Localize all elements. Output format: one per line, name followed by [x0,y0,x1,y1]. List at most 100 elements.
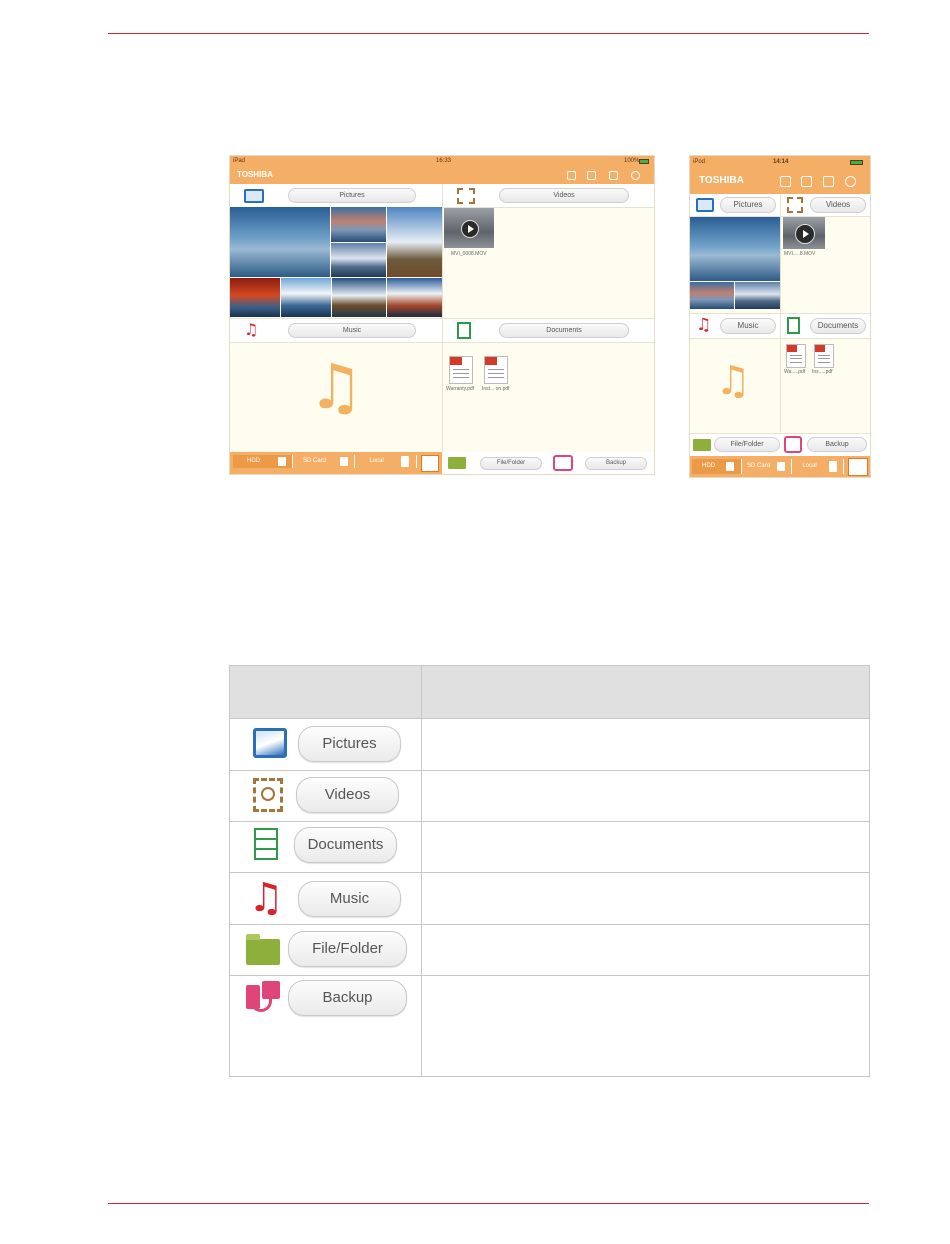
brand-title: TOSHIBA [699,175,744,186]
bottom-rule [108,1203,869,1204]
copy-icon[interactable] [609,171,618,180]
share-icon[interactable] [780,176,791,187]
pictures-grid [230,207,442,317]
table-row: Documents [229,821,870,873]
table-header-row [229,665,870,719]
list-icon[interactable] [801,176,812,187]
table-cell-description [421,770,870,822]
play-icon [461,220,479,238]
pictures-section-header: Pictures [690,194,780,217]
documents-button[interactable]: Documents [810,318,866,334]
music-button[interactable]: Music [288,323,416,338]
play-icon [795,224,815,244]
photo-thumb[interactable] [690,282,734,309]
videos-icon [457,188,475,204]
documents-button[interactable]: Documents [294,827,397,863]
backup-button[interactable]: Backup [585,457,647,470]
photo-thumb[interactable] [230,278,280,317]
pictures-button[interactable]: Pictures [720,197,776,213]
video-thumb[interactable] [444,208,494,248]
photo-thumb[interactable] [331,243,386,277]
account-icon[interactable] [421,455,439,472]
battery-icon [639,159,649,164]
folder-tab-icon [246,934,260,940]
backup-target-icon [262,981,280,999]
hdd-tab[interactable]: HDD [692,459,742,474]
documents-icon [457,322,471,339]
file-folder-button[interactable]: File/Folder [714,437,780,452]
share-icon[interactable] [567,171,576,180]
documents-button[interactable]: Documents [499,323,629,338]
music-icon: ♫ [696,315,712,335]
table-row: Pictures [229,718,870,771]
documents-section-header: Documents [781,313,870,339]
backup-button[interactable]: Backup [288,980,407,1016]
music-button[interactable]: Music [720,318,776,334]
battery-icon [850,160,863,165]
file-folder-button[interactable]: File/Folder [288,931,407,967]
pictures-button[interactable]: Pictures [288,188,416,203]
music-placeholder-icon: ♫ [308,350,364,423]
file-folder-button[interactable]: File/Folder [480,457,542,470]
ipod-app-bar: TOSHIBA [690,168,870,194]
video-caption: MVI.....8.MOV [784,251,816,257]
pictures-button[interactable]: Pictures [298,726,401,762]
gear-icon[interactable] [631,171,640,180]
pdf-file-icon[interactable] [786,344,806,368]
table-cell-description [421,872,870,925]
table-row: ♫ Music [229,872,870,925]
video-caption: MVI_0008.MOV [451,251,487,257]
documents-section-header: Documents [443,318,654,343]
pictures-icon [253,728,287,758]
list-icon[interactable] [587,171,596,180]
backup-button[interactable]: Backup [807,437,867,452]
hdd-label: HDD [702,463,715,469]
pictures-icon [244,189,264,203]
doc-caption: Ins.....pdf [812,369,833,375]
videos-button[interactable]: Videos [296,777,399,813]
photo-thumb[interactable] [331,207,386,242]
videos-button[interactable]: Videos [499,188,629,203]
music-button[interactable]: Music [298,881,401,917]
sd-card-icon [340,457,348,466]
sd-card-icon [777,462,785,471]
gear-icon[interactable] [845,176,856,187]
ipod-status-bar: iPod 14:14 [690,156,870,168]
table-cell-description [421,924,870,976]
photo-thumb[interactable] [387,207,442,277]
ipad-status-bar: iPad 16:33 100% [230,156,654,167]
table-cell-button: Pictures [229,718,422,771]
table-cell-button: ♫ Music [229,872,422,925]
pdf-file-icon[interactable] [484,356,508,384]
tablet-icon [401,456,409,467]
file-folder-icon [693,439,711,451]
table-cell-button: Documents [229,821,422,873]
video-thumb[interactable] [783,217,825,249]
photo-thumb[interactable] [387,278,442,317]
music-section-header: ♫ Music [690,313,780,339]
ipod-screenshot: iPod 14:14 TOSHIBA Pictures Videos MVI..… [689,155,871,478]
status-time: 14:14 [773,159,789,165]
status-device: iPad [233,158,246,164]
photo-thumb[interactable] [332,278,386,317]
local-label: Local [802,463,817,469]
pdf-file-icon[interactable] [814,344,834,368]
hdd-icon [278,457,286,466]
photo-thumb[interactable] [281,278,331,317]
photo-thumb[interactable] [690,217,780,281]
music-placeholder-icon: ♫ [715,358,751,404]
account-icon[interactable] [848,458,868,476]
documents-icon [254,828,278,860]
photo-thumb[interactable] [230,207,330,277]
ipad-storage-bar: HDD SD Card Local [230,452,442,474]
copy-icon[interactable] [823,176,834,187]
tablet-icon [829,461,837,472]
videos-button[interactable]: Videos [810,197,866,213]
pdf-file-icon[interactable] [449,356,473,384]
feature-table: Pictures Videos Documents ♫ Music File/F… [229,665,870,1077]
table-row: Backup [229,975,870,1077]
doc-caption: Warranty.pdf [446,386,475,392]
status-device: iPod [693,159,706,165]
ipad-app-bar: TOSHIBA [230,167,654,184]
photo-thumb[interactable] [735,282,780,309]
